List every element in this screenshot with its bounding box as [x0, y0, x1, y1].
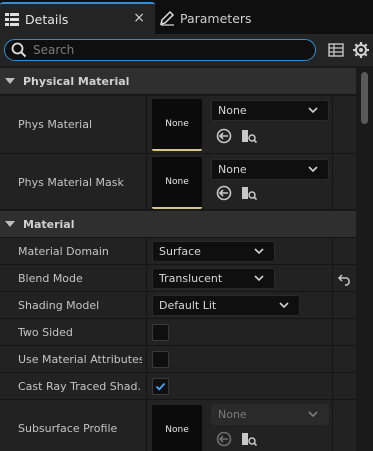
shading-model-dropdown[interactable]: Default Lit	[152, 295, 300, 316]
blend-mode-dropdown[interactable]: Translucent	[152, 268, 275, 289]
property-label: Phys Material Mask	[18, 176, 124, 189]
tab-details[interactable]: Details ×	[0, 2, 155, 34]
collapse-triangle-icon	[5, 221, 15, 227]
scrollbar-thumb[interactable]	[361, 72, 368, 124]
browse-asset-icon[interactable]	[241, 185, 257, 201]
tab-bar: Details × Parameters	[0, 0, 373, 34]
gear-icon[interactable]	[352, 41, 370, 59]
row-use-material-attributes: Use Material Attributes	[0, 346, 356, 373]
property-label: Two Sided	[18, 326, 73, 339]
use-selected-icon[interactable]	[216, 185, 232, 201]
property-label: Phys Material	[18, 118, 93, 131]
section-physical-material[interactable]: Physical Material	[0, 68, 356, 95]
dropdown-value: Surface	[159, 245, 201, 258]
pencil-icon	[159, 10, 175, 26]
asset-dropdown[interactable]: None	[211, 100, 329, 121]
asset-dropdown[interactable]: None	[211, 159, 329, 180]
asset-dropdown[interactable]: None	[211, 404, 329, 425]
section-title: Material	[23, 217, 75, 231]
row-blend-mode: Blend Mode Translucent	[0, 265, 356, 292]
details-panel: Physical Material Phys Material None Non…	[0, 66, 373, 451]
details-icon	[5, 13, 19, 26]
search-box[interactable]	[4, 39, 316, 61]
row-cast-ray-traced-shadows: Cast Ray Traced Shad...	[0, 373, 356, 400]
use-selected-icon[interactable]	[216, 431, 232, 447]
asset-thumbnail[interactable]: None	[152, 99, 202, 151]
use-material-attributes-checkbox[interactable]	[152, 351, 169, 368]
property-label: Blend Mode	[18, 272, 83, 285]
row-shading-model: Shading Model Default Lit	[0, 292, 356, 319]
chevron-down-icon	[308, 411, 318, 418]
search-icon	[11, 42, 27, 58]
row-material-domain: Material Domain Surface	[0, 238, 356, 265]
property-label: Cast Ray Traced Shad...	[18, 380, 142, 393]
chevron-down-icon	[279, 302, 289, 309]
dropdown-value: Default Lit	[159, 299, 217, 312]
row-phys-material-mask: Phys Material Mask None None	[0, 154, 356, 210]
chevron-down-icon	[254, 248, 264, 255]
tab-parameters[interactable]: Parameters	[155, 2, 275, 34]
property-label: Shading Model	[18, 299, 100, 312]
chevron-down-icon	[254, 275, 264, 282]
property-label: Material Domain	[18, 245, 109, 258]
section-title: Physical Material	[23, 74, 130, 88]
row-two-sided: Two Sided	[0, 319, 356, 346]
table-view-icon[interactable]	[328, 43, 344, 57]
row-subsurface-profile: Subsurface Profile None None	[0, 400, 356, 451]
browse-asset-icon[interactable]	[241, 128, 257, 144]
dropdown-value: None	[218, 104, 247, 117]
close-icon[interactable]: ×	[133, 10, 145, 26]
dropdown-value: Translucent	[159, 272, 223, 285]
property-label: Subsurface Profile	[18, 422, 118, 435]
dropdown-value: None	[218, 163, 247, 176]
property-label: Use Material Attributes	[18, 353, 142, 366]
use-selected-icon[interactable]	[216, 128, 232, 144]
two-sided-checkbox[interactable]	[152, 324, 169, 341]
reset-to-default-icon[interactable]	[338, 272, 352, 286]
search-row	[0, 34, 373, 66]
asset-thumbnail[interactable]: None	[152, 405, 202, 451]
chevron-down-icon	[308, 107, 318, 114]
row-phys-material: Phys Material None None	[0, 96, 356, 154]
cast-ray-traced-shadows-checkbox[interactable]	[152, 378, 169, 395]
search-input[interactable]	[33, 43, 293, 57]
checkmark-icon	[155, 382, 166, 391]
material-domain-dropdown[interactable]: Surface	[152, 241, 275, 262]
section-material[interactable]: Material	[0, 211, 356, 238]
tab-details-label: Details	[25, 11, 69, 27]
tab-parameters-label: Parameters	[180, 10, 252, 26]
asset-thumbnail[interactable]: None	[152, 157, 202, 209]
browse-asset-icon[interactable]	[241, 431, 257, 447]
dropdown-value: None	[218, 408, 247, 421]
collapse-triangle-icon	[5, 78, 15, 84]
chevron-down-icon	[308, 166, 318, 173]
